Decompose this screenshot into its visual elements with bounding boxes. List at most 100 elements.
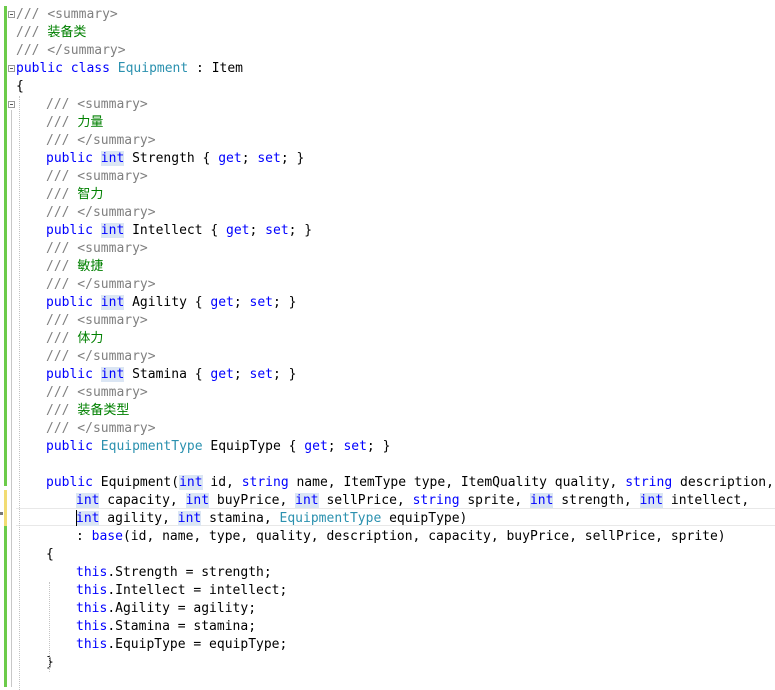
code-token: .Stamina = stamina; xyxy=(107,619,257,634)
code-line[interactable]: this.Strength = strength; xyxy=(76,564,272,582)
code-token: ; } xyxy=(273,295,297,310)
code-token: public xyxy=(46,439,93,454)
code-token: string xyxy=(625,475,673,490)
code-token: base xyxy=(91,529,123,544)
code-token: equipType) xyxy=(381,511,468,526)
code-token: /// </summary> xyxy=(46,277,156,292)
code-line[interactable]: /// </summary> xyxy=(46,348,156,366)
code-token: /// <summary> xyxy=(46,169,148,184)
code-token: description, xyxy=(672,475,774,490)
code-line[interactable]: /// </summary> xyxy=(46,276,156,294)
code-line[interactable]: this.Intellect = intellect; xyxy=(76,582,287,600)
code-line[interactable]: /// </summary> xyxy=(46,204,156,222)
code-token: /// <summary> xyxy=(46,241,148,256)
code-line[interactable]: public int Strength { get; set; } xyxy=(46,150,304,168)
code-token: intellect, xyxy=(663,493,750,508)
indent-guide-method xyxy=(49,582,50,672)
code-token: ; } xyxy=(280,151,305,166)
code-line[interactable]: : base(id, name, type, quality, descript… xyxy=(76,528,726,546)
code-line[interactable]: /// 力量 xyxy=(46,114,103,132)
code-line[interactable]: /// <summary> xyxy=(46,168,148,186)
margin-marker xyxy=(0,512,3,515)
code-token: int xyxy=(639,493,664,508)
change-indicator-bar xyxy=(4,6,7,486)
code-line[interactable]: int capacity, int buyPrice, int sellPric… xyxy=(76,492,749,510)
code-line[interactable]: public Equipment(int id, string name, It… xyxy=(46,474,774,492)
code-token: /// xyxy=(46,259,78,274)
code-token: : xyxy=(76,529,92,544)
code-token: int xyxy=(100,295,125,310)
code-token: Equipment xyxy=(117,61,189,76)
code-line[interactable]: /// </summary> xyxy=(46,420,156,438)
code-line[interactable]: this.Agility = agility; xyxy=(76,600,256,618)
code-line[interactable]: { xyxy=(46,546,54,564)
code-token: set xyxy=(343,439,367,454)
code-token: name, ItemType type, ItemQuality quality… xyxy=(288,475,626,490)
code-line[interactable]: /// 装备类型 xyxy=(46,402,129,420)
code-token: EquipmentType xyxy=(279,511,382,526)
code-line[interactable]: public class Equipment : Item xyxy=(16,60,243,78)
code-token: (id, name, type, quality, description, c… xyxy=(122,529,726,544)
code-line[interactable]: /// 智力 xyxy=(46,186,103,204)
code-line[interactable]: /// <summary> xyxy=(46,312,148,330)
code-line[interactable]: this.EquipType = equipType; xyxy=(76,636,287,654)
code-token: /// </summary> xyxy=(46,205,156,220)
code-line[interactable]: int agility, int stamina, EquipmentType … xyxy=(76,510,467,528)
code-token: int xyxy=(295,493,319,508)
code-line[interactable]: this.Stamina = stamina; xyxy=(76,618,256,636)
code-token: int xyxy=(529,493,554,508)
code-token: set xyxy=(257,151,281,166)
editor-gutter xyxy=(0,0,16,687)
code-token: /// xyxy=(46,403,78,418)
collapse-region-icon[interactable] xyxy=(8,101,15,108)
indent-guide-class xyxy=(19,96,20,690)
code-line[interactable]: /// <summary> xyxy=(46,96,148,114)
code-token: Strength { xyxy=(124,151,219,166)
code-line[interactable]: /// <summary> xyxy=(16,6,118,24)
code-token: /// </summary> xyxy=(16,43,126,58)
code-line[interactable]: /// </summary> xyxy=(46,132,156,150)
code-token: int xyxy=(76,511,100,526)
code-token: .Strength = strength; xyxy=(107,565,272,580)
code-line[interactable]: /// 体力 xyxy=(46,330,103,348)
code-token: /// xyxy=(46,115,78,130)
code-token: stamina, xyxy=(201,511,280,526)
code-token: EquipmentType xyxy=(100,439,203,454)
code-token: get xyxy=(226,223,250,238)
code-token: ; xyxy=(241,151,258,166)
change-indicator-modified xyxy=(4,490,7,526)
code-line[interactable]: public EquipmentType EquipType { get; se… xyxy=(46,438,390,456)
code-token: public xyxy=(46,475,93,490)
code-line[interactable]: { xyxy=(16,78,24,96)
code-token: sellPrice, xyxy=(318,493,413,508)
code-line[interactable]: /// <summary> xyxy=(46,384,148,402)
code-token: ; } xyxy=(366,439,391,454)
code-line[interactable]: public int Stamina { get; set; } xyxy=(46,366,296,384)
code-line[interactable]: /// </summary> xyxy=(16,42,126,60)
code-line[interactable]: public int Intellect { get; set; } xyxy=(46,222,312,240)
code-token: 体力 xyxy=(77,331,104,346)
code-line[interactable]: public int Agility { get; set; } xyxy=(46,294,296,312)
collapse-class-icon[interactable] xyxy=(8,65,15,72)
code-token: agility, xyxy=(99,511,178,526)
code-token: 敏捷 xyxy=(77,259,104,274)
code-token: public xyxy=(46,367,93,382)
code-token: sprite, xyxy=(459,493,530,508)
change-indicator-bar-lower xyxy=(4,526,7,687)
code-token: int xyxy=(100,151,125,166)
code-token: /// xyxy=(16,7,48,22)
code-line[interactable]: /// <summary> xyxy=(46,240,148,258)
code-line[interactable]: /// 装备类 xyxy=(16,24,86,42)
code-line[interactable]: /// 敏捷 xyxy=(46,258,103,276)
code-token: /// </summary> xyxy=(46,349,156,364)
code-token: capacity, xyxy=(99,493,186,508)
collapse-summary-icon[interactable] xyxy=(8,11,15,18)
code-token: 装备类 xyxy=(47,25,87,40)
code-token: /// <summary> xyxy=(46,97,148,112)
code-token: ; } xyxy=(273,367,297,382)
code-token: ; } xyxy=(288,223,313,238)
